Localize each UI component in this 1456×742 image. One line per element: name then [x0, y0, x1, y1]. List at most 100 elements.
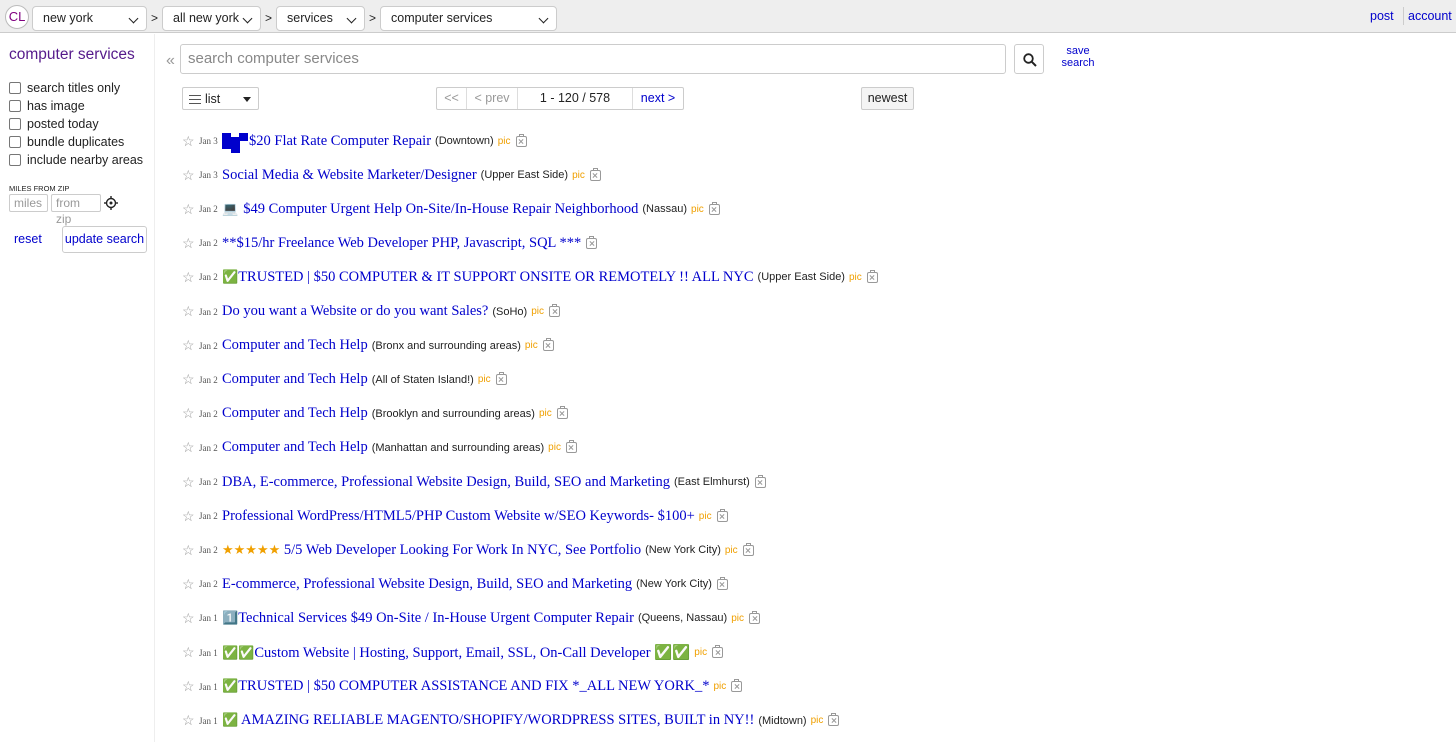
listing-title-link[interactable]: ✅ AMAZING RELIABLE MAGENTO/SHOPIFY/WORDP…: [222, 712, 754, 729]
hide-listing-icon[interactable]: [495, 372, 507, 386]
craigslist-logo[interactable]: CL: [5, 5, 29, 29]
prev-page-button[interactable]: < prev: [467, 88, 518, 109]
listing-neighborhood: (Upper East Side): [757, 271, 845, 284]
checkbox[interactable]: [9, 136, 21, 148]
listing-title-link[interactable]: ★★★★★ 5/5 Web Developer Looking For Work…: [222, 542, 641, 559]
checkbox[interactable]: [9, 154, 21, 166]
favorite-star-icon[interactable]: ☆: [182, 712, 197, 729]
hide-listing-icon[interactable]: [866, 269, 878, 283]
search-button[interactable]: [1014, 44, 1044, 74]
favorite-star-icon[interactable]: ☆: [182, 405, 197, 422]
has-pic-label: pic: [698, 510, 712, 522]
listing-title-text: Do you want a Website or do you want Sal…: [222, 303, 489, 319]
view-mode-select[interactable]: list: [182, 87, 259, 110]
breadcrumb-section-select[interactable]: services: [276, 6, 365, 31]
miles-input[interactable]: miles: [9, 194, 48, 212]
checkbox[interactable]: [9, 100, 21, 112]
filter-posted-today[interactable]: posted today: [9, 116, 99, 132]
listing-title-link[interactable]: Professional WordPress/HTML5/PHP Custom …: [222, 508, 695, 525]
listing-title-link[interactable]: DBA, E-commerce, Professional Website De…: [222, 474, 670, 491]
trash-lid: [592, 167, 598, 170]
listing-title-link[interactable]: 1️⃣Technical Services $49 On-Site / In-H…: [222, 610, 634, 627]
favorite-star-icon[interactable]: ☆: [182, 269, 197, 286]
breadcrumb-region-select[interactable]: new york: [32, 6, 147, 31]
favorite-star-icon[interactable]: ☆: [182, 439, 197, 456]
reset-link[interactable]: reset: [14, 232, 42, 246]
hide-listing-icon[interactable]: [565, 440, 577, 454]
post-link[interactable]: post: [1370, 9, 1394, 23]
listing-date: Jan 2: [199, 272, 218, 283]
account-link[interactable]: account: [1408, 9, 1452, 23]
favorite-star-icon[interactable]: ☆: [182, 508, 197, 525]
search-input[interactable]: search computer services: [180, 44, 1006, 74]
hide-listing-icon[interactable]: [731, 679, 743, 693]
hide-listing-icon[interactable]: [589, 167, 601, 181]
listing-title-link[interactable]: $20 Flat Rate Computer Repair: [249, 133, 431, 150]
listing-title-link[interactable]: 💻 $49 Computer Urgent Help On-Site/In-Hou…: [222, 201, 638, 218]
checkbox[interactable]: [9, 118, 21, 130]
hide-listing-icon[interactable]: [716, 508, 728, 522]
favorite-star-icon[interactable]: ☆: [182, 474, 197, 491]
favorite-star-icon[interactable]: ☆: [182, 201, 197, 218]
listing-title-link[interactable]: Computer and Tech Help: [222, 337, 368, 354]
listing-title-text: Computer and Tech Help: [222, 439, 368, 456]
favorite-star-icon[interactable]: ☆: [182, 644, 197, 661]
hide-listing-icon[interactable]: [586, 235, 598, 249]
listing-title-link[interactable]: E-commerce, Professional Website Design,…: [222, 576, 632, 593]
listing-title-link[interactable]: Computer and Tech Help: [222, 371, 368, 388]
trash-lid: [552, 304, 558, 306]
listing-date: Jan 1: [199, 647, 218, 658]
category-title[interactable]: computer services: [9, 46, 135, 64]
hide-listing-icon[interactable]: [712, 645, 724, 658]
hide-listing-icon[interactable]: [542, 338, 554, 352]
hide-listing-icon[interactable]: [708, 201, 720, 215]
hide-listing-icon[interactable]: [754, 474, 766, 488]
favorite-star-icon[interactable]: ☆: [182, 542, 197, 559]
hide-listing-icon[interactable]: [828, 713, 840, 727]
listing-row: ☆ Jan 2 💻 $49 Computer Urgent Help On-Site/…: [182, 198, 720, 220]
favorite-star-icon[interactable]: ☆: [182, 576, 197, 593]
breadcrumb-category-select[interactable]: computer services: [380, 6, 557, 31]
filter-has-image[interactable]: has image: [9, 98, 85, 114]
first-page-button[interactable]: <<: [437, 88, 467, 109]
favorite-star-icon[interactable]: ☆: [182, 133, 197, 150]
listing-title-link[interactable]: ✅TRUSTED | $50 COMPUTER ASSISTANCE AND F…: [222, 678, 709, 695]
listing-date: Jan 1: [199, 715, 218, 726]
checkbox[interactable]: [9, 82, 21, 94]
filter-bundle-duplicates[interactable]: bundle duplicates: [9, 134, 124, 150]
zip-input[interactable]: from zip: [51, 194, 101, 226]
next-page-button[interactable]: next >: [633, 88, 683, 109]
blue-squares-icon: [222, 132, 248, 153]
collapse-sidebar-icon[interactable]: «: [166, 52, 175, 70]
hide-listing-icon[interactable]: [749, 610, 761, 624]
listing-title-link[interactable]: Computer and Tech Help: [222, 405, 368, 422]
favorite-star-icon[interactable]: ☆: [182, 337, 197, 354]
locate-me-icon[interactable]: [104, 196, 118, 210]
update-search-button[interactable]: update search: [62, 226, 147, 253]
listing-title-link[interactable]: Do you want a Website or do you want Sal…: [222, 303, 488, 320]
hide-listing-icon[interactable]: [556, 406, 568, 420]
listing-date: Jan 2: [199, 340, 218, 351]
listing-title-link[interactable]: ✅TRUSTED | $50 COMPUTER & IT SUPPORT ONS…: [222, 269, 754, 286]
filter-include-nearby[interactable]: include nearby areas: [9, 152, 143, 168]
listing-title-text: E-commerce, Professional Website Design,…: [222, 575, 633, 592]
hide-listing-icon[interactable]: [716, 576, 728, 590]
save-search-link[interactable]: save search: [1058, 45, 1098, 69]
favorite-star-icon[interactable]: ☆: [182, 610, 197, 627]
favorite-star-icon[interactable]: ☆: [182, 303, 197, 320]
favorite-star-icon[interactable]: ☆: [182, 235, 197, 252]
favorite-star-icon[interactable]: ☆: [182, 371, 197, 388]
listing-title-text: $49 Computer Urgent Help On-Site/In-Hous…: [243, 200, 639, 217]
listing-title-link[interactable]: ✅✅Custom Website | Hosting, Support, Ema…: [222, 644, 690, 662]
listing-title-link[interactable]: **$15/hr Freelance Web Developer PHP, Ja…: [222, 235, 581, 252]
hide-listing-icon[interactable]: [549, 304, 561, 317]
favorite-star-icon[interactable]: ☆: [182, 167, 197, 184]
hide-listing-icon[interactable]: [515, 133, 527, 147]
filter-search-titles-only[interactable]: search titles only: [9, 80, 120, 96]
listing-title-link[interactable]: Social Media & Website Marketer/Designer: [222, 167, 477, 184]
hide-listing-icon[interactable]: [742, 542, 754, 556]
listing-title-link[interactable]: Computer and Tech Help: [222, 439, 368, 456]
favorite-star-icon[interactable]: ☆: [182, 678, 197, 695]
sort-newest-button[interactable]: newest: [861, 87, 914, 110]
breadcrumb-area-select[interactable]: all new york: [162, 6, 261, 31]
